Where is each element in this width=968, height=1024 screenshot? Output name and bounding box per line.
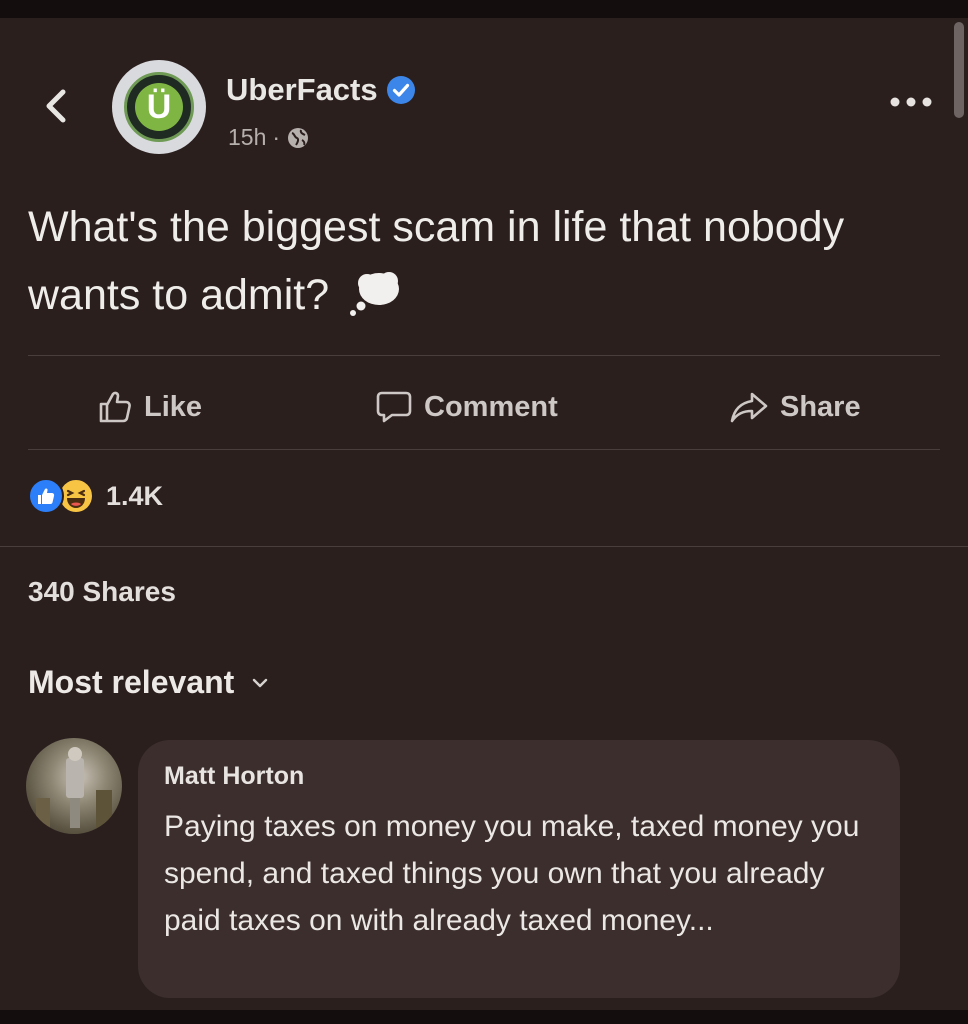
post-body: What's the biggest scam in life that nob… <box>28 193 928 329</box>
commenter-photo <box>36 747 112 834</box>
divider-bottom <box>0 546 968 547</box>
speech-bubble-icon <box>376 391 412 423</box>
chevron-left-icon <box>46 89 66 123</box>
comment-button[interactable]: Comment <box>376 372 558 442</box>
page-name-row: UberFacts <box>226 72 416 108</box>
comment-bubble: Matt Horton Paying taxes on money you ma… <box>138 740 900 998</box>
comment-label: Comment <box>424 390 558 423</box>
thumbs-up-icon <box>99 391 131 423</box>
top-edge <box>0 0 968 18</box>
laughing-face-icon <box>66 489 86 508</box>
commenter-avatar[interactable] <box>26 738 122 834</box>
action-bar: Like Comment Share <box>28 372 940 442</box>
post-time[interactable]: 15h <box>228 124 266 151</box>
comment-author[interactable]: Matt Horton <box>164 762 874 791</box>
chevron-down-icon <box>253 678 268 687</box>
ellipsis-icon <box>890 97 932 107</box>
shares-count[interactable]: 340 Shares <box>28 576 176 608</box>
avatar-badge: Ü <box>124 72 194 142</box>
divider-middle <box>28 449 940 450</box>
like-button[interactable]: Like <box>98 372 202 442</box>
post-meta: 15h · <box>228 124 310 151</box>
post-screen: Ü UberFacts 15h · What's the biggest sca… <box>0 0 968 1024</box>
comment-text: Paying taxes on money you make, taxed mo… <box>164 810 860 937</box>
like-label: Like <box>144 390 203 423</box>
share-arrow-icon <box>730 392 768 423</box>
post-header: Ü UberFacts 15h · <box>0 58 968 158</box>
bottom-edge <box>0 1010 968 1024</box>
more-options-button[interactable] <box>886 92 936 112</box>
reaction-count: 1.4K <box>106 480 164 511</box>
sort-label: Most relevant <box>28 664 235 700</box>
page-name[interactable]: UberFacts <box>226 72 378 108</box>
back-button[interactable] <box>36 84 76 128</box>
meta-separator: · <box>272 124 281 150</box>
globe-icon <box>288 127 309 148</box>
share-label: Share <box>780 390 861 423</box>
comment-sort-dropdown[interactable]: Most relevant <box>28 664 268 701</box>
page-avatar[interactable]: Ü <box>112 60 206 154</box>
reaction-summary[interactable]: 1.4K <box>28 478 163 514</box>
thought-bubble-icon <box>350 272 400 316</box>
share-button[interactable]: Share <box>730 372 861 442</box>
verified-badge-icon <box>386 76 415 104</box>
divider-top <box>28 355 940 356</box>
like-glyph-icon <box>38 488 55 504</box>
avatar-letter: Ü <box>135 83 183 131</box>
post-text: What's the biggest scam in life that nob… <box>28 203 845 319</box>
like-reaction-icon <box>28 478 64 514</box>
